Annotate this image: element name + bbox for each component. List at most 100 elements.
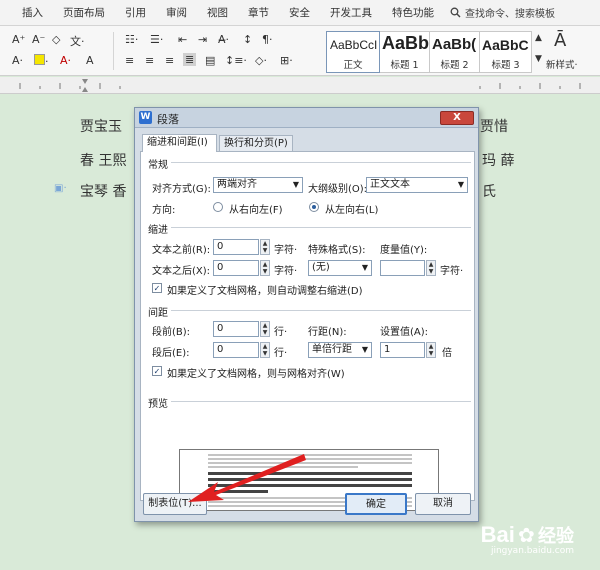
- clear-format-icon[interactable]: ◇: [52, 33, 60, 46]
- text-effect-icon[interactable]: A·: [12, 54, 23, 67]
- setting-value-label: 设置值(A):: [380, 327, 429, 338]
- menu-security[interactable]: 安全: [279, 5, 320, 20]
- doc-text-line2-right: 玛 薛: [482, 153, 515, 169]
- style-label: 正文: [343, 60, 363, 71]
- doc-text-line2: 春 王熙: [80, 153, 127, 169]
- font-color-icon[interactable]: A·: [60, 54, 71, 67]
- space-after-input[interactable]: 0: [213, 342, 259, 358]
- space-after-spinner[interactable]: ▲ ▼: [260, 342, 270, 358]
- rtl-label: 从右向左(F): [229, 205, 283, 216]
- auto-indent-label: 如果定义了文档网格，则自动调整右缩进(D): [167, 286, 363, 297]
- snap-grid-label: 如果定义了文档网格，则与网格对齐(W): [167, 369, 345, 380]
- setting-value-input[interactable]: 1: [380, 342, 425, 358]
- paragraph-handle-icon[interactable]: ▣·: [54, 183, 67, 194]
- style-scroll-up-icon[interactable]: ▲: [535, 33, 542, 43]
- indent-after-input[interactable]: 0: [213, 260, 259, 276]
- style-normal[interactable]: AaBbCcI 正文: [326, 31, 380, 73]
- style-expand-icon[interactable]: ▼: [535, 54, 542, 64]
- menu-chapter[interactable]: 章节: [238, 5, 279, 20]
- style-label: 标题 3: [491, 60, 520, 71]
- outline-label: 大纲级别(O):: [308, 184, 368, 195]
- doc-text-line1: 贾宝玉: [80, 119, 122, 135]
- distributed-icon[interactable]: ▤: [205, 54, 215, 67]
- special-format-select[interactable]: (无) ▼: [308, 260, 372, 276]
- menu-page-layout[interactable]: 页面布局: [53, 5, 115, 20]
- sort-icon[interactable]: ↕: [243, 33, 252, 46]
- new-style-label[interactable]: 新样式·: [546, 57, 578, 71]
- space-before-unit[interactable]: 行·: [274, 323, 287, 338]
- align-select[interactable]: 两端对齐 ▼: [213, 177, 303, 193]
- section-indent: 缩进: [148, 225, 168, 236]
- char-border-icon[interactable]: A: [86, 54, 94, 67]
- tab-indent-spacing[interactable]: 缩进和间距(I): [142, 134, 217, 152]
- indent-after-unit[interactable]: 字符·: [274, 262, 297, 277]
- section-spacing: 间距: [148, 308, 168, 319]
- wps-logo-icon: W: [139, 111, 152, 124]
- close-button[interactable]: X: [440, 111, 474, 125]
- space-after-unit[interactable]: 行·: [274, 344, 287, 359]
- indent-after-spinner[interactable]: ▲ ▼: [260, 260, 270, 276]
- style-label: 标题 2: [440, 60, 469, 71]
- space-before-input[interactable]: 0: [213, 321, 259, 337]
- indent-before-label: 文本之前(R):: [152, 245, 211, 256]
- menu-references[interactable]: 引用: [115, 5, 156, 20]
- ribbon-divider: [113, 32, 114, 70]
- align-center-icon[interactable]: ≡: [145, 54, 154, 67]
- line-spacing-select[interactable]: 单倍行距 ▼: [308, 342, 372, 358]
- indent-icon[interactable]: ⇥: [198, 33, 207, 46]
- outline-select[interactable]: 正文文本 ▼: [366, 177, 468, 193]
- measure-unit[interactable]: 字符·: [440, 262, 463, 277]
- menu-features[interactable]: 特色功能: [382, 5, 444, 20]
- dropdown-arrow-icon: ▼: [361, 345, 368, 354]
- bullet-list-icon[interactable]: ☷·: [125, 33, 138, 46]
- ltr-radio[interactable]: [309, 202, 319, 212]
- space-before-spinner[interactable]: ▲ ▼: [260, 321, 270, 337]
- setting-value-spinner[interactable]: ▲ ▼: [426, 342, 436, 358]
- borders-icon[interactable]: ⊞·: [280, 54, 293, 67]
- shading-icon[interactable]: ◇·: [255, 54, 267, 67]
- search-icon: [450, 7, 461, 18]
- menu-developer[interactable]: 开发工具: [320, 5, 382, 20]
- watermark-brand-cn: 经验: [538, 526, 574, 547]
- auto-indent-checkbox[interactable]: ✓: [152, 283, 162, 293]
- indent-before-unit[interactable]: 字符·: [274, 241, 297, 256]
- numbered-list-icon[interactable]: ☰·: [150, 33, 163, 46]
- annotation-arrow: [188, 454, 306, 502]
- command-search[interactable]: 查找命令、搜索模板: [444, 5, 555, 20]
- rtl-radio[interactable]: [213, 202, 223, 212]
- outdent-icon[interactable]: ⇤: [178, 33, 187, 46]
- line-spacing-icon[interactable]: ↕≡·: [225, 54, 247, 67]
- menu-view[interactable]: 视图: [197, 5, 238, 20]
- cancel-button[interactable]: 取消: [415, 493, 471, 515]
- highlight-icon[interactable]: ·: [34, 54, 49, 68]
- ruler-ticks: [19, 79, 581, 92]
- menu-insert[interactable]: 插入: [12, 5, 53, 20]
- dropdown-arrow-icon: ▼: [361, 263, 368, 272]
- horizontal-ruler[interactable]: [0, 77, 600, 94]
- indent-before-spinner[interactable]: ▲ ▼: [260, 239, 270, 255]
- style-heading-3[interactable]: AaBbC 标题 3: [480, 31, 532, 73]
- measure-input[interactable]: [380, 260, 425, 276]
- menu-review[interactable]: 审阅: [156, 5, 197, 20]
- dialog-titlebar[interactable]: W 段落 X: [135, 108, 478, 128]
- align-left-icon[interactable]: ≡: [125, 54, 134, 67]
- justify-icon[interactable]: ≣: [183, 53, 197, 66]
- measure-spinner[interactable]: ▲ ▼: [426, 260, 436, 276]
- new-style-icon[interactable]: Ā: [554, 30, 566, 51]
- style-heading-2[interactable]: AaBb( 标题 2: [430, 31, 480, 73]
- phonetic-icon[interactable]: 文·: [70, 33, 85, 49]
- line-spacing-label: 行距(N):: [308, 327, 347, 338]
- snap-grid-checkbox[interactable]: ✓: [152, 366, 162, 376]
- font-shrink-icon[interactable]: A⁻: [32, 33, 45, 46]
- tab-line-page-break[interactable]: 换行和分页(P): [219, 135, 293, 152]
- section-divider: [171, 162, 471, 163]
- show-marks-icon[interactable]: ¶·: [262, 33, 273, 46]
- ok-button[interactable]: 确定: [345, 493, 407, 515]
- section-preview: 预览: [148, 399, 168, 410]
- indent-before-input[interactable]: 0: [213, 239, 259, 255]
- search-label: 查找命令、搜索模板: [465, 9, 555, 20]
- font-grow-icon[interactable]: A⁺: [12, 33, 25, 46]
- align-right-icon[interactable]: ≡: [165, 54, 174, 67]
- chinese-layout-icon[interactable]: A̶·: [218, 33, 229, 46]
- style-heading-1[interactable]: AaBb 标题 1: [380, 31, 430, 73]
